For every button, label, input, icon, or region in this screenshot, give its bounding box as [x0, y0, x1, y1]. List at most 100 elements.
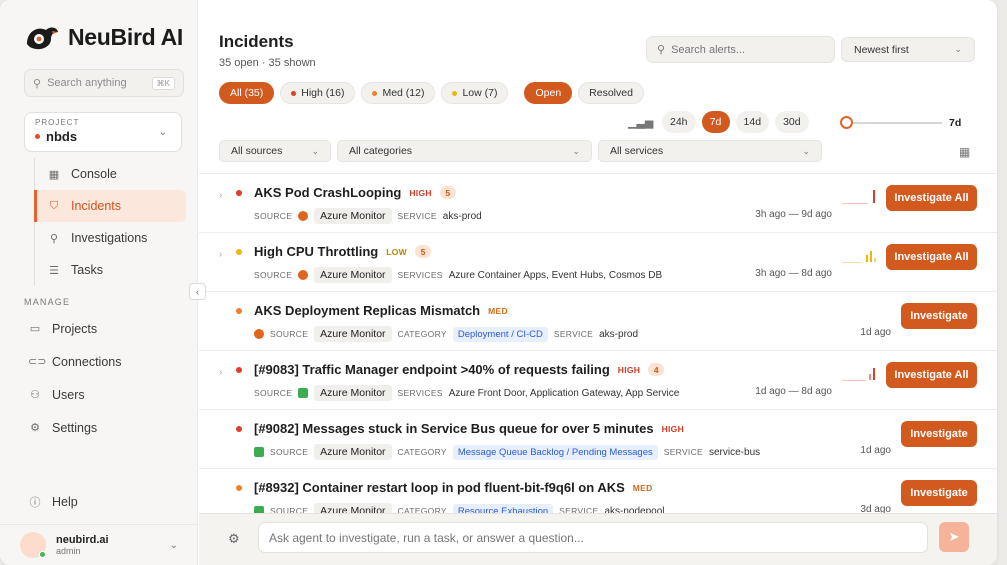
global-search-input[interactable]: ⚲ Search anything ⌘K — [24, 69, 184, 97]
filter-low[interactable]: Low (7) — [441, 82, 509, 104]
range-30d[interactable]: 30d — [775, 111, 809, 133]
source-key: SOURCE — [270, 447, 309, 457]
severity-dot — [236, 249, 242, 255]
incident-row[interactable]: AKS Deployment Replicas Mismatch MED SOU… — [199, 291, 997, 350]
chevron-right-icon[interactable]: › — [219, 249, 222, 260]
manage-nav: ▭ Projects ⊂⊃ Connections ⚇ Users ⚙ Sett… — [24, 312, 184, 444]
severity-dot — [236, 190, 242, 196]
incident-row[interactable]: › High CPU Throttling LOW 5 SOURCE Azure… — [199, 232, 997, 291]
agent-prompt-input[interactable]: Ask agent to investigate, run a task, or… — [258, 522, 928, 553]
search-alerts-input[interactable]: ⚲ Search alerts... — [646, 36, 835, 63]
filter-label: Open — [535, 87, 562, 99]
investigate-all-button[interactable]: Investigate All — [886, 244, 977, 270]
main-content: Incidents 35 open · 35 shown ⚲ Search al… — [199, 0, 997, 565]
category-key: CATEGORY — [397, 447, 447, 457]
filter-high[interactable]: High (16) — [280, 82, 356, 104]
severity-badge: MED — [632, 482, 653, 493]
incident-title: [#8932] Container restart loop in pod fl… — [254, 480, 625, 495]
sources-select[interactable]: All sources ⌄ — [219, 140, 331, 162]
nav-label: Incidents — [71, 199, 122, 213]
project-selector[interactable]: PROJECT nbds ⌄ — [24, 112, 182, 152]
incident-row[interactable]: › AKS Pod CrashLooping HIGH 5 SOURCE Azu… — [199, 173, 997, 232]
investigate-all-button[interactable]: Investigate All — [886, 185, 977, 211]
range-7d[interactable]: 7d — [701, 111, 730, 133]
severity-badge: MED — [488, 305, 508, 316]
services-select[interactable]: All services ⌄ — [598, 140, 822, 162]
shield-icon: ⛉ — [49, 199, 59, 212]
project-label: PROJECT — [35, 118, 80, 127]
brand-name: NeuBird AI — [68, 23, 183, 50]
azure-monitor-icon — [298, 388, 309, 398]
filter-med[interactable]: Med (12) — [361, 82, 436, 104]
help-link[interactable]: ⓘ Help — [28, 494, 78, 510]
source-key: SOURCE — [254, 270, 293, 280]
nav-item-settings[interactable]: ⚙ Settings — [24, 411, 184, 444]
layout-grid-icon[interactable]: ▦ — [959, 145, 970, 159]
send-icon: ➤ — [948, 529, 960, 544]
severity-status-filters: All (35) High (16) Med (12) Low (7) Open… — [219, 82, 644, 104]
range-24h[interactable]: 24h — [662, 111, 696, 133]
category-key: CATEGORY — [397, 329, 447, 339]
nav-item-investigations[interactable]: ⚲ Investigations — [35, 222, 186, 254]
slider-value: 7d — [949, 117, 962, 129]
categories-select[interactable]: All categories ⌄ — [337, 140, 592, 162]
filter-resolved[interactable]: Resolved — [578, 82, 644, 104]
services-key: SERVICES — [397, 388, 443, 398]
incident-list: › AKS Pod CrashLooping HIGH 5 SOURCE Azu… — [199, 173, 997, 527]
filter-open[interactable]: Open — [524, 82, 573, 104]
incident-row[interactable]: › [#9083] Traffic Manager endpoint >40% … — [199, 350, 997, 409]
nav-item-incidents[interactable]: ⛉ Incidents — [34, 190, 186, 222]
bar-chart-icon[interactable]: ▁▃▅ — [628, 116, 653, 129]
range-14d[interactable]: 14d — [735, 111, 770, 133]
incident-title: AKS Pod CrashLooping — [254, 185, 402, 200]
incident-time: 3h ago — 9d ago — [755, 209, 832, 220]
severity-dot — [236, 308, 242, 314]
filter-label: Low (7) — [462, 87, 498, 99]
investigate-button[interactable]: Investigate — [901, 480, 977, 506]
sidebar: NeuBird AI ⚲ Search anything ⌘K PROJECT … — [0, 0, 198, 565]
severity-badge: HIGH — [409, 187, 432, 198]
nav-label: Projects — [52, 321, 98, 336]
slider-handle[interactable] — [840, 116, 853, 129]
search-shortcut: ⌘K — [151, 76, 175, 90]
investigate-button[interactable]: Investigate — [901, 303, 977, 329]
filter-all[interactable]: All (35) — [219, 82, 275, 104]
nav-item-tasks[interactable]: ☰ Tasks — [35, 254, 186, 286]
azure-monitor-icon — [254, 329, 264, 339]
count-badge: 4 — [648, 363, 665, 376]
nav-item-users[interactable]: ⚇ Users — [24, 378, 184, 411]
source-chip: Azure Monitor — [314, 444, 392, 460]
time-range-slider[interactable] — [840, 116, 942, 129]
source-chip: Azure Monitor — [314, 326, 392, 342]
agent-composer: ⚙ Ask agent to investigate, run a task, … — [199, 513, 997, 565]
chevron-down-icon: ⌄ — [572, 145, 580, 156]
incident-time: 1d ago — [860, 327, 891, 338]
services-value: All services — [610, 145, 664, 157]
chevron-right-icon[interactable]: › — [219, 367, 222, 378]
user-menu[interactable]: neubird.ai admin ⌄ — [0, 524, 198, 565]
sort-value: Newest first — [854, 43, 909, 56]
global-search-placeholder: Search anything — [47, 77, 127, 89]
gear-icon[interactable]: ⚙ — [228, 531, 240, 547]
investigate-all-button[interactable]: Investigate All — [886, 362, 977, 388]
service-bus-icon — [254, 447, 264, 457]
incident-time: 1d ago — [860, 445, 891, 456]
brand-logo[interactable]: NeuBird AI — [24, 22, 183, 52]
services-value: Azure Front Door, Application Gateway, A… — [448, 387, 680, 399]
nav-item-projects[interactable]: ▭ Projects — [24, 312, 184, 345]
severity-badge: HIGH — [617, 364, 641, 375]
sort-select[interactable]: Newest first ⌄ — [841, 37, 975, 62]
service-key: SERVICE — [553, 329, 594, 339]
investigate-button[interactable]: Investigate — [901, 421, 977, 447]
primary-nav: ▦ Console ⛉ Incidents ⚲ Investigations ☰… — [34, 158, 186, 286]
incident-row[interactable]: [#9082] Messages stuck in Service Bus qu… — [199, 409, 997, 468]
link-icon: ⊂⊃ — [28, 356, 47, 368]
search-icon: ⚲ — [657, 44, 666, 56]
send-button[interactable]: ➤ — [939, 522, 969, 552]
nav-item-connections[interactable]: ⊂⊃ Connections — [24, 345, 184, 378]
nav-item-console[interactable]: ▦ Console — [35, 158, 186, 190]
collapse-sidebar-button[interactable]: ‹ — [189, 283, 206, 300]
chevron-right-icon[interactable]: › — [219, 190, 222, 201]
azure-monitor-icon — [298, 211, 309, 221]
folder-icon: ▭ — [29, 323, 41, 335]
